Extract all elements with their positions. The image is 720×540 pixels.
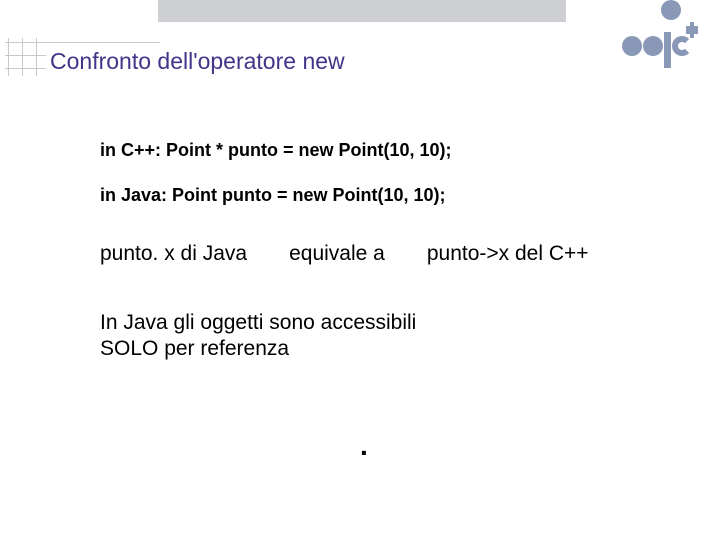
logo-oopc	[622, 20, 692, 61]
logo-letter-p-icon	[664, 20, 671, 61]
slide-title: Confronto dell'operatore new	[46, 48, 349, 75]
para-line-1: In Java gli oggetti sono accessibili	[100, 311, 416, 334]
java-code-line: in Java: Point punto = new Point(10, 10)…	[100, 185, 660, 206]
slide-body: in C++: Point * punto = new Point(10, 10…	[100, 140, 660, 363]
explanation-paragraph: In Java gli oggetti sono accessibili SOL…	[100, 310, 660, 363]
logo-letter-o2-icon	[643, 36, 663, 56]
footer-dot: .	[360, 430, 368, 462]
equivalence-left: punto. x di Java	[100, 242, 247, 266]
logo-plus-icon	[686, 26, 698, 34]
equivalence-right: punto->x del C++	[427, 242, 589, 266]
equivalence-row: punto. x di Java equivale a punto->x del…	[100, 242, 660, 266]
equivalence-mid: equivale a	[289, 242, 385, 266]
top-decor-bar	[158, 0, 566, 22]
logo-letter-o1-icon	[622, 36, 642, 56]
cpp-code-line: in C++: Point * punto = new Point(10, 10…	[100, 140, 660, 161]
para-line-2: SOLO per referenza	[100, 337, 289, 360]
logo-letter-c-icon	[672, 36, 692, 56]
